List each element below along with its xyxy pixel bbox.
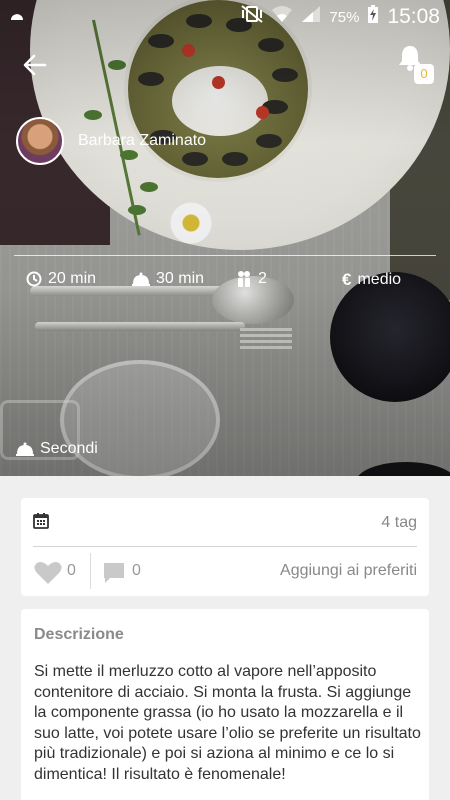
actions-card: 4 tag 0 0 Aggiungi ai preferiti [21,498,429,596]
notifications-button[interactable]: 0 [396,44,440,88]
battery-charging-icon [367,4,379,30]
hero-overlay [0,0,450,476]
cook-time-value: 30 min [156,270,205,287]
notification-count-badge: 0 [414,64,434,84]
cloche-icon [132,272,150,286]
recipe-category[interactable]: Secondi [16,440,98,458]
tag-count: 4 tag [381,514,417,531]
author-name[interactable]: Barbara Zaminato [78,132,206,150]
servings-value: 2 [258,270,267,287]
cost-value: medio [357,271,402,288]
description-text: Si mette il merluzzo cotto al vapore nel… [34,663,421,783]
battery-percent: 75% [329,8,360,26]
back-button[interactable] [22,52,52,82]
clock-icon [26,271,42,287]
prep-time-value: 20 min [48,270,97,287]
hero-divider [14,255,436,256]
category-label: Secondi [40,440,98,457]
comment-count: 0 [132,562,141,579]
recipe-meta-row: 20 min 30 min 2 € medio [26,270,426,294]
divider [90,553,91,589]
prep-time: 20 min [26,270,96,288]
cost: € medio [342,270,401,290]
vibrate-icon [241,5,264,29]
servings: 2 [236,270,267,288]
description-title: Descrizione [34,626,124,643]
cloud-icon [10,10,24,24]
tag-row[interactable]: 4 tag [21,498,429,546]
recipe-hero-image [0,0,450,476]
actions-row: 0 0 Aggiungi ai preferiti [21,547,429,596]
euro-icon: € [342,270,352,289]
author-avatar[interactable] [16,117,64,165]
servings-icon [238,271,250,287]
wifi-icon [271,5,293,29]
cloche-icon [16,442,34,456]
status-bar: 75% 15:08 [0,0,450,34]
cook-time: 30 min [132,270,204,288]
like-count: 0 [67,562,76,579]
arrow-left-icon [23,54,47,76]
comment-icon[interactable] [102,561,126,585]
clock-time: 15:08 [387,5,440,28]
calendar-icon [33,513,49,529]
add-to-favorites-button[interactable]: Aggiungi ai preferiti [280,562,417,580]
heart-icon[interactable] [34,561,62,585]
description-card: Descrizione Si mette il merluzzo cotto a… [21,609,429,800]
signal-icon [301,5,321,29]
